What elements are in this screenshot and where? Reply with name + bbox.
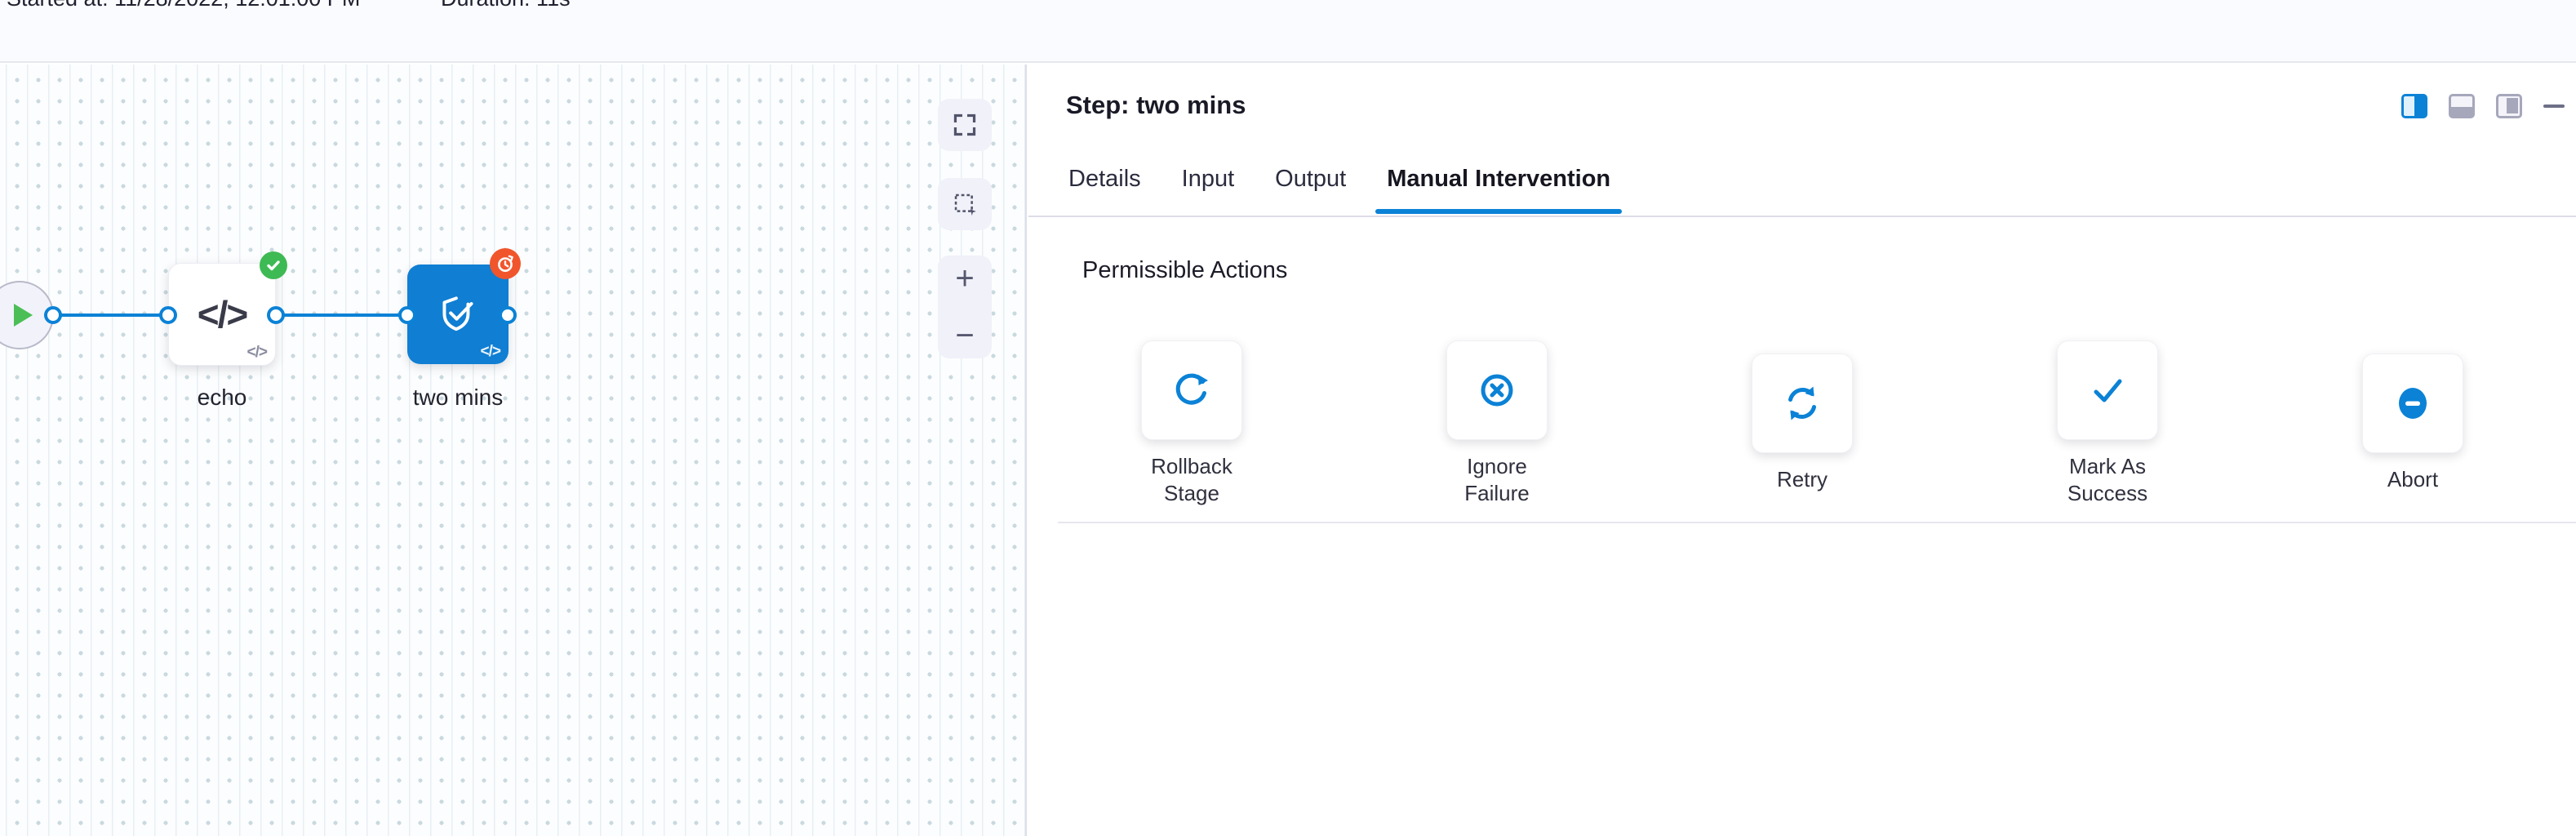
tab-manual-intervention[interactable]: Manual Intervention bbox=[1375, 162, 1622, 216]
abort-action[interactable]: Abort bbox=[2347, 354, 2478, 493]
fit-to-screen-button[interactable] bbox=[938, 99, 992, 151]
tab-input[interactable]: Input bbox=[1182, 162, 1235, 216]
split-view-icon[interactable] bbox=[2401, 94, 2427, 118]
pipeline-canvas[interactable]: </> </> </> echo bbox=[0, 64, 1027, 836]
panel-layout-controls bbox=[2401, 94, 2565, 118]
bottom-view-icon[interactable] bbox=[2449, 94, 2475, 118]
node-label-two-mins: two mins bbox=[407, 385, 509, 411]
shell-script-icon: </> bbox=[198, 292, 247, 336]
rollback-stage-card[interactable] bbox=[1141, 340, 1242, 440]
mark-as-success-action[interactable]: Mark As Success bbox=[2042, 340, 2173, 507]
success-badge-icon bbox=[260, 251, 287, 279]
permissible-actions-heading: Permissible Actions bbox=[1082, 257, 1287, 284]
port-twomins-out[interactable] bbox=[499, 306, 517, 324]
script-type-icon: </> bbox=[481, 343, 500, 361]
rollback-stage-action[interactable]: Rollback Stage bbox=[1126, 340, 1257, 507]
tab-output[interactable]: Output bbox=[1275, 162, 1346, 216]
harness-approval-shield-icon bbox=[434, 291, 482, 338]
ignore-failure-action[interactable]: Ignore Failure bbox=[1432, 340, 1562, 507]
step-title: Step: two mins bbox=[1066, 91, 1246, 120]
retry-action[interactable]: Retry bbox=[1737, 354, 1868, 493]
abort-card[interactable] bbox=[2362, 354, 2463, 453]
action-label: Retry bbox=[1777, 466, 1828, 493]
execution-header-strip: Started at: 11/28/2022, 12:01:00 PM Dura… bbox=[0, 0, 2576, 63]
node-two-mins[interactable]: </> bbox=[407, 265, 509, 364]
action-label: Abort bbox=[2387, 466, 2438, 493]
port-echo-out[interactable] bbox=[267, 306, 285, 324]
retry-card[interactable] bbox=[1752, 354, 1853, 453]
port-twomins-in[interactable] bbox=[398, 306, 416, 324]
step-details-panel: Step: two mins Details Input Output Manu… bbox=[1028, 64, 2576, 836]
selection-box-icon bbox=[953, 192, 977, 216]
fullscreen-icon bbox=[953, 113, 977, 137]
minimize-icon[interactable] bbox=[2543, 104, 2565, 108]
port-echo-in[interactable] bbox=[159, 306, 177, 324]
action-label: Ignore Failure bbox=[1448, 453, 1546, 507]
checkmark-icon bbox=[2085, 367, 2130, 413]
node-label-echo: echo bbox=[168, 385, 276, 411]
circle-cross-icon bbox=[1474, 367, 1520, 413]
right-view-icon[interactable] bbox=[2496, 94, 2522, 118]
action-label: Mark As Success bbox=[2059, 453, 2156, 507]
edge-start-to-echo bbox=[52, 314, 168, 317]
zoom-out-button[interactable]: − bbox=[938, 318, 992, 354]
script-type-icon: </> bbox=[247, 344, 267, 362]
zoom-in-button[interactable]: + bbox=[938, 260, 992, 296]
tab-details[interactable]: Details bbox=[1068, 162, 1141, 216]
edge-echo-to-twomins bbox=[275, 314, 408, 317]
port-start-out[interactable] bbox=[44, 306, 62, 324]
marquee-select-button[interactable] bbox=[938, 178, 992, 230]
mark-as-success-card[interactable] bbox=[2057, 340, 2158, 440]
permissible-actions-row: Rollback Stage Ignore Failure bbox=[1028, 338, 2576, 509]
ignore-failure-card[interactable] bbox=[1446, 340, 1548, 440]
actions-bottom-divider bbox=[1058, 522, 2576, 523]
node-echo[interactable]: </> </> bbox=[168, 263, 276, 366]
waiting-timeout-badge-icon bbox=[490, 248, 521, 279]
zoom-controls: + − bbox=[938, 256, 992, 358]
step-tabs: Details Input Output Manual Intervention bbox=[1028, 162, 2576, 217]
duration-text: Duration: 11s bbox=[441, 0, 571, 11]
rollback-icon bbox=[1169, 367, 1215, 413]
action-label: Rollback Stage bbox=[1143, 453, 1241, 507]
play-icon bbox=[14, 304, 33, 327]
retry-refresh-icon bbox=[1779, 380, 1825, 426]
pipeline-execution-view: Started at: 11/28/2022, 12:01:00 PM Dura… bbox=[0, 0, 2576, 836]
abort-minus-circle-icon bbox=[2390, 380, 2436, 426]
started-at-text: Started at: 11/28/2022, 12:01:00 PM bbox=[7, 0, 360, 11]
